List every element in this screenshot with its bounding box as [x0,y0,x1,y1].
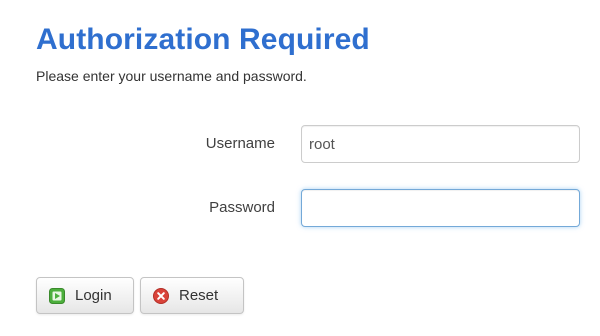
login-icon [49,287,65,304]
reset-button-label: Reset [179,286,219,304]
username-input[interactable] [301,125,580,163]
page-description: Please enter your username and password. [36,68,307,84]
password-label: Password [209,199,275,216]
reset-icon [153,287,169,304]
password-input[interactable] [301,189,580,227]
login-page: Authorization Required Please enter your… [0,0,600,336]
reset-button[interactable]: Reset [140,277,244,314]
login-button-label: Login [75,286,112,304]
username-label: Username [205,135,275,152]
login-button[interactable]: Login [36,277,134,314]
page-title: Authorization Required [36,23,370,56]
